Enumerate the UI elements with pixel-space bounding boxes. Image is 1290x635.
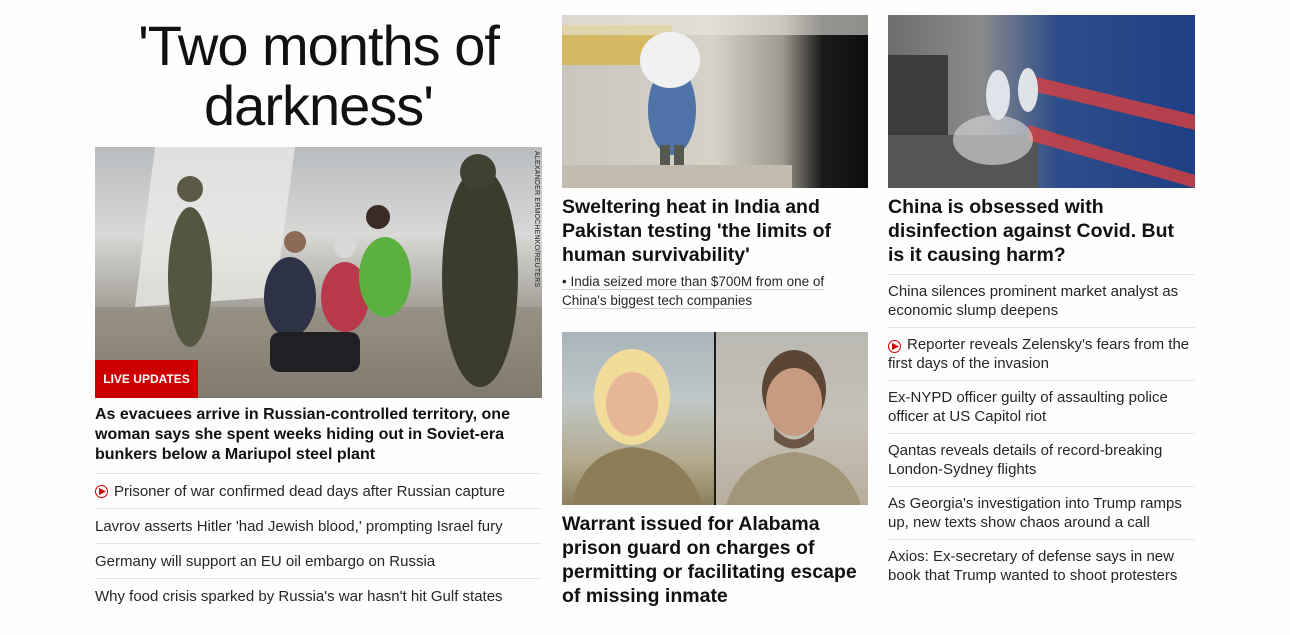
list-item-label: Ex-NYPD officer guilty of assaulting pol… <box>888 389 1168 425</box>
list-item[interactable]: Axios: Ex-secretary of defense says in n… <box>888 539 1195 592</box>
warrant-story-image[interactable] <box>562 332 868 505</box>
video-play-icon <box>95 484 108 498</box>
lead-story: 'Two months of darkness' ALEXANDER ERMOC… <box>95 0 542 605</box>
photo-credit: ALEXANDER ERMOCHENKO/REUTERS <box>533 151 540 288</box>
china-headline[interactable]: China is obsessed with disinfection agai… <box>888 195 1195 267</box>
list-item[interactable]: Ex-NYPD officer guilty of assaulting pol… <box>888 380 1195 433</box>
list-item-label: Lavrov asserts Hitler 'had Jewish blood,… <box>95 517 503 535</box>
mugshot-right <box>716 332 868 505</box>
right-link-list: China silences prominent market analyst … <box>888 274 1195 592</box>
list-item[interactable]: Reporter reveals Zelensky's fears from t… <box>888 327 1195 380</box>
mugshot-left <box>562 332 714 505</box>
list-item-label: Qantas reveals details of record-breakin… <box>888 442 1163 478</box>
list-item[interactable]: Germany will support an EU oil embargo o… <box>95 543 542 578</box>
list-item-label: China silences prominent market analyst … <box>888 283 1179 319</box>
video-play-icon <box>888 340 901 353</box>
heat-subheadline[interactable]: • India seized more than $700M from one … <box>562 272 852 310</box>
heat-headline[interactable]: Sweltering heat in India and Pakistan te… <box>562 195 868 267</box>
china-story-image[interactable] <box>888 15 1195 188</box>
lead-title[interactable]: 'Two months of darkness' <box>95 16 542 136</box>
list-item-label: As Georgia's investigation into Trump ra… <box>888 495 1182 531</box>
lead-image[interactable]: ALEXANDER ERMOCHENKO/REUTERS LIVE UPDATE… <box>95 147 542 398</box>
list-item[interactable]: Why food crisis sparked by Russia's war … <box>95 578 542 613</box>
list-item[interactable]: Prisoner of war confirmed dead days afte… <box>95 473 542 508</box>
china-photo-illustration <box>888 55 1195 188</box>
list-item[interactable]: As Georgia's investigation into Trump ra… <box>888 486 1195 539</box>
heat-subheadline-text: India seized more than $700M from one of… <box>562 274 825 309</box>
list-item-label: Prisoner of war confirmed dead days afte… <box>114 482 506 500</box>
list-item[interactable]: China silences prominent market analyst … <box>888 274 1195 327</box>
lead-related-list: Prisoner of war confirmed dead days afte… <box>95 473 542 613</box>
live-updates-badge[interactable]: LIVE UPDATES <box>95 360 198 398</box>
list-item-label: Reporter reveals Zelensky's fears from t… <box>888 336 1190 372</box>
list-item[interactable]: Qantas reveals details of record-breakin… <box>888 433 1195 486</box>
list-item-label: Axios: Ex-secretary of defense says in n… <box>888 548 1178 584</box>
lead-headline[interactable]: As evacuees arrive in Russian-controlled… <box>95 405 542 465</box>
warrant-headline[interactable]: Warrant issued for Alabama prison guard … <box>562 512 868 608</box>
heat-photo-illustration <box>562 15 868 188</box>
list-item-label: Germany will support an EU oil embargo o… <box>95 552 436 570</box>
heat-story-image[interactable] <box>562 15 868 188</box>
list-item[interactable]: Lavrov asserts Hitler 'had Jewish blood,… <box>95 508 542 543</box>
list-item-label: Why food crisis sparked by Russia's war … <box>95 587 503 605</box>
